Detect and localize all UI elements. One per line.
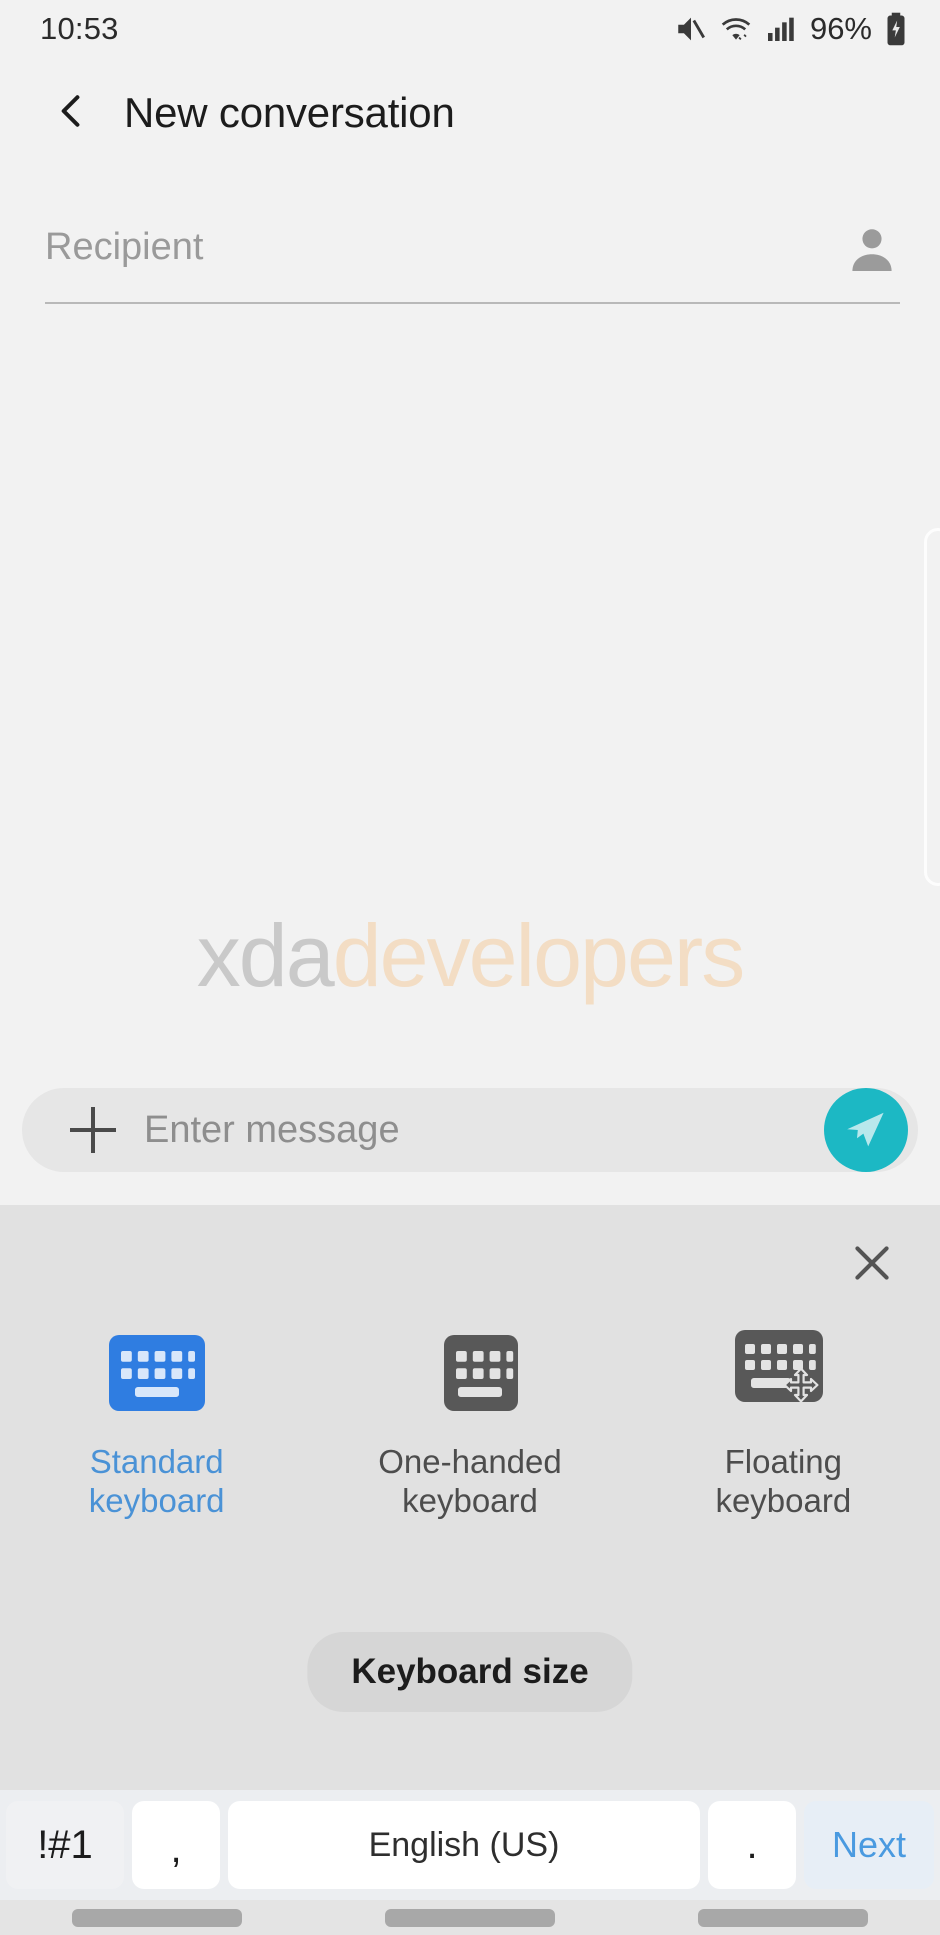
standard-keyboard-icon xyxy=(108,1325,205,1421)
signal-icon xyxy=(764,13,796,45)
send-button[interactable] xyxy=(824,1088,908,1172)
keyboard-mode-standard[interactable]: Standard keyboard xyxy=(0,1325,313,1521)
battery-charging-icon xyxy=(884,12,908,46)
plus-icon[interactable] xyxy=(70,1107,116,1153)
symbols-key[interactable]: !#1 xyxy=(6,1801,124,1889)
close-panel-button[interactable] xyxy=(836,1229,908,1301)
watermark-developers: developers xyxy=(332,906,746,1005)
wifi-icon xyxy=(718,12,754,46)
keyboard-mode-one-handed-label: One-handed keyboard xyxy=(378,1443,562,1519)
keyboard-mode-list: Standard keyboard One-handed keyboard Fl… xyxy=(0,1325,940,1521)
keyboard-mode-panel: Standard keyboard One-handed keyboard Fl… xyxy=(0,1205,940,1790)
message-input[interactable]: Enter message xyxy=(144,1109,824,1152)
back-button[interactable] xyxy=(44,86,98,140)
keyboard-mode-one-handed[interactable]: One-handed keyboard xyxy=(313,1325,626,1521)
battery-percent: 96% xyxy=(809,11,872,46)
app-bar: New conversation xyxy=(0,58,940,168)
next-key[interactable]: Next xyxy=(804,1801,934,1889)
watermark-xda: xda xyxy=(196,906,335,1005)
comma-key[interactable]: , xyxy=(132,1801,220,1889)
keyboard-mode-floating[interactable]: Floating keyboard xyxy=(627,1325,940,1521)
send-paper-plane-icon xyxy=(842,1104,890,1157)
status-icon-group: 96% xyxy=(674,11,908,47)
scrollbar[interactable] xyxy=(924,528,940,886)
keyboard-size-button[interactable]: Keyboard size xyxy=(307,1632,633,1712)
message-input-bar[interactable]: Enter message xyxy=(22,1088,918,1172)
mute-icon xyxy=(674,12,708,46)
floating-keyboard-icon xyxy=(735,1325,831,1421)
contact-person-icon[interactable] xyxy=(844,222,900,283)
recipient-input[interactable]: Recipient xyxy=(45,222,203,269)
keyboard-bottom-row: !#1 , English (US) . Next xyxy=(0,1790,940,1900)
keyboard-mode-standard-label: Standard keyboard xyxy=(88,1443,225,1519)
one-handed-keyboard-icon xyxy=(422,1325,518,1421)
android-nav-bar xyxy=(0,1900,940,1935)
recents-button[interactable] xyxy=(71,1908,242,1927)
back-button-nav[interactable] xyxy=(698,1908,869,1927)
close-icon xyxy=(847,1238,897,1293)
keyboard-mode-floating-label: Floating keyboard xyxy=(715,1443,852,1519)
space-key[interactable]: English (US) xyxy=(228,1801,700,1889)
status-time: 10:53 xyxy=(40,11,119,46)
recipient-underline xyxy=(45,302,900,304)
xda-watermark: xdadevelopers xyxy=(0,905,940,1007)
chevron-left-icon xyxy=(49,89,93,138)
period-key[interactable]: . xyxy=(708,1801,796,1889)
status-bar: 10:53 96% xyxy=(0,0,940,58)
phone-screen: 10:53 96% New conversation Recipient xda… xyxy=(0,0,940,1935)
page-title: New conversation xyxy=(124,89,455,136)
home-button[interactable] xyxy=(384,1908,555,1927)
recipient-field-row[interactable]: Recipient xyxy=(45,222,900,302)
